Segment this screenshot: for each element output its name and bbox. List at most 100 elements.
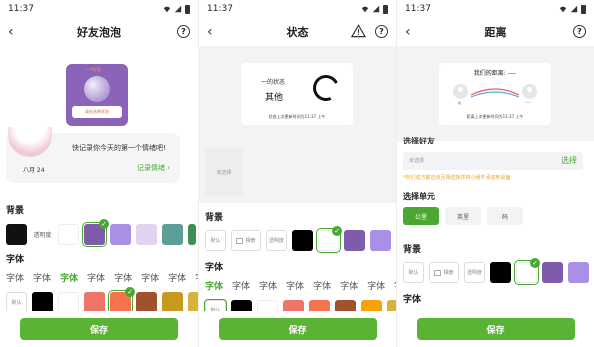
image-placeholder[interactable]: 未选择 [205,148,243,196]
album-option[interactable]: 相册 [429,262,459,283]
swatch-white[interactable] [58,292,79,313]
swatch-purple[interactable] [344,230,365,251]
swatch-black[interactable] [32,292,53,313]
font-option[interactable]: 字体 [340,279,358,292]
select-friend-button[interactable]: 选择 [561,155,577,166]
image-icon [236,237,244,244]
save-bar: 保存 [199,311,396,347]
font-option[interactable]: 字体 [6,271,24,284]
swatch-white[interactable]: ✓ [316,226,342,253]
font-style-row: 字体 字体 字体 字体 字体 字体 字体 字体 [0,271,198,284]
status-time: 11:37 [405,4,431,14]
select-status-button[interactable]: 请先选择状态 [72,106,122,118]
font-option[interactable]: 字体 [232,279,250,292]
transparent-option[interactable]: 透明度 [32,224,53,245]
battery-icon [581,4,586,14]
swatch-mustard[interactable] [188,292,198,313]
screen-status: 11:37 ‹ 状态 ? 一的状态 其他 状态上次更新时间为11:37 上午 未… [198,0,396,347]
font-option[interactable]: 字体 [87,271,105,284]
help-icon[interactable]: ? [177,25,190,38]
default-option[interactable]: 默认 [403,262,424,283]
status-value: 其他 [265,93,284,103]
back-icon[interactable]: ‹ [207,24,221,40]
font-option[interactable]: 字体 [367,279,385,292]
save-button[interactable]: 保存 [218,318,377,340]
wifi-icon [559,6,567,13]
swatch-green[interactable] [188,224,196,245]
back-icon[interactable]: ‹ [8,24,22,40]
unit-mile[interactable]: 英里 [445,207,481,225]
swatch-brown[interactable] [136,292,157,313]
status-bar: 11:37 [199,0,396,18]
transparent-option[interactable]: 透明度 [464,262,485,283]
status-ring [309,71,343,105]
title-bar: ‹ 状态 ? [199,18,396,46]
title-bar: ‹ 好友泡泡 ? [0,18,198,46]
swatch-white[interactable]: ✓ [514,258,540,285]
wifi-icon [361,6,369,13]
font-label: 字体 [403,295,422,305]
swatch-white[interactable] [58,224,79,245]
title-bar: ‹ 距离 ? [397,18,594,46]
back-icon[interactable]: ‹ [405,24,419,40]
swatch-salmon[interactable] [84,292,105,313]
distance-preview-card: 我们的距离: ---- 我 一一 距离上次更新时间为11:37 上午 [439,63,551,125]
swatch-lavender[interactable] [110,224,131,245]
wifi-icon [163,6,171,13]
font-option[interactable]: 字体 [286,279,304,292]
default-option[interactable]: 默认 [6,292,27,313]
swatch-teal[interactable] [162,224,183,245]
default-option[interactable]: 默认 [205,230,226,251]
transparent-option[interactable]: 透明度 [266,230,287,251]
battery-icon [383,4,388,14]
avatar-left [453,84,468,99]
save-button[interactable]: 保存 [20,318,178,340]
swatch-lavender[interactable] [568,262,589,283]
status-icons [559,4,586,14]
font-option[interactable]: 字体 [313,279,331,292]
warning-icon[interactable] [351,24,366,38]
page-title: 状态 [286,26,309,39]
font-label: 字体 [205,263,224,273]
font-option-selected[interactable]: 字体 [205,279,223,292]
font-option[interactable]: 字体 [141,271,159,284]
save-button[interactable]: 保存 [416,318,575,340]
page-title: 距离 [484,26,507,39]
font-option[interactable]: 字体 [259,279,277,292]
swatch-black[interactable] [292,230,313,251]
record-message: 快记录你今天的第一个情绪吧! [72,144,166,152]
swatch-black[interactable] [490,262,511,283]
signal-icon [570,5,578,13]
distance-title: 我们的距离: ---- [473,70,517,77]
font-option[interactable]: 字体 [114,271,132,284]
unit-options: 公里 英里 码 [403,207,523,225]
select-placeholder: 未选择 [409,158,425,164]
unit-km[interactable]: 公里 [403,207,439,225]
app-root: 11:37 ‹ 好友泡泡 ? 一个标签 请先选择状态 快记录你今天的第一个情绪吧… [0,0,594,347]
swatch-black[interactable] [6,224,27,245]
screen-friend-bubble: 11:37 ‹ 好友泡泡 ? 一个标签 请先选择状态 快记录你今天的第一个情绪吧… [0,0,198,347]
font-option-selected[interactable]: 字体 [60,271,78,284]
help-icon[interactable]: ? [375,25,388,38]
swatch-purple[interactable]: ✓ [82,219,109,247]
record-mood-link[interactable]: 记录情绪 › [137,163,170,173]
signal-icon [372,5,380,13]
swatch-orange[interactable]: ✓ [108,287,135,315]
select-friend-label: 选择好友 [403,137,435,144]
font-option[interactable]: 字体 [168,271,186,284]
check-icon: ✓ [125,287,135,297]
screen-distance: 11:37 ‹ 距离 ? 我们的距离: ---- 我 一一 距离上次更新时间为1… [396,0,594,347]
swatch-purple[interactable] [542,262,563,283]
unit-yard[interactable]: 码 [487,207,523,225]
select-friend-field[interactable]: 未选择 选择 [403,152,583,170]
album-option[interactable]: 相册 [231,230,261,251]
save-bar: 保存 [397,311,594,347]
swatch-lavender[interactable] [370,230,391,251]
avatar-right [522,84,537,99]
status-icons [361,4,388,14]
swatch-gold[interactable] [162,292,183,313]
font-option[interactable]: 字体 [33,271,51,284]
font-color-row: 默认 ✓ [0,287,198,315]
swatch-light-lavender[interactable] [136,224,157,245]
help-icon[interactable]: ? [573,25,586,38]
